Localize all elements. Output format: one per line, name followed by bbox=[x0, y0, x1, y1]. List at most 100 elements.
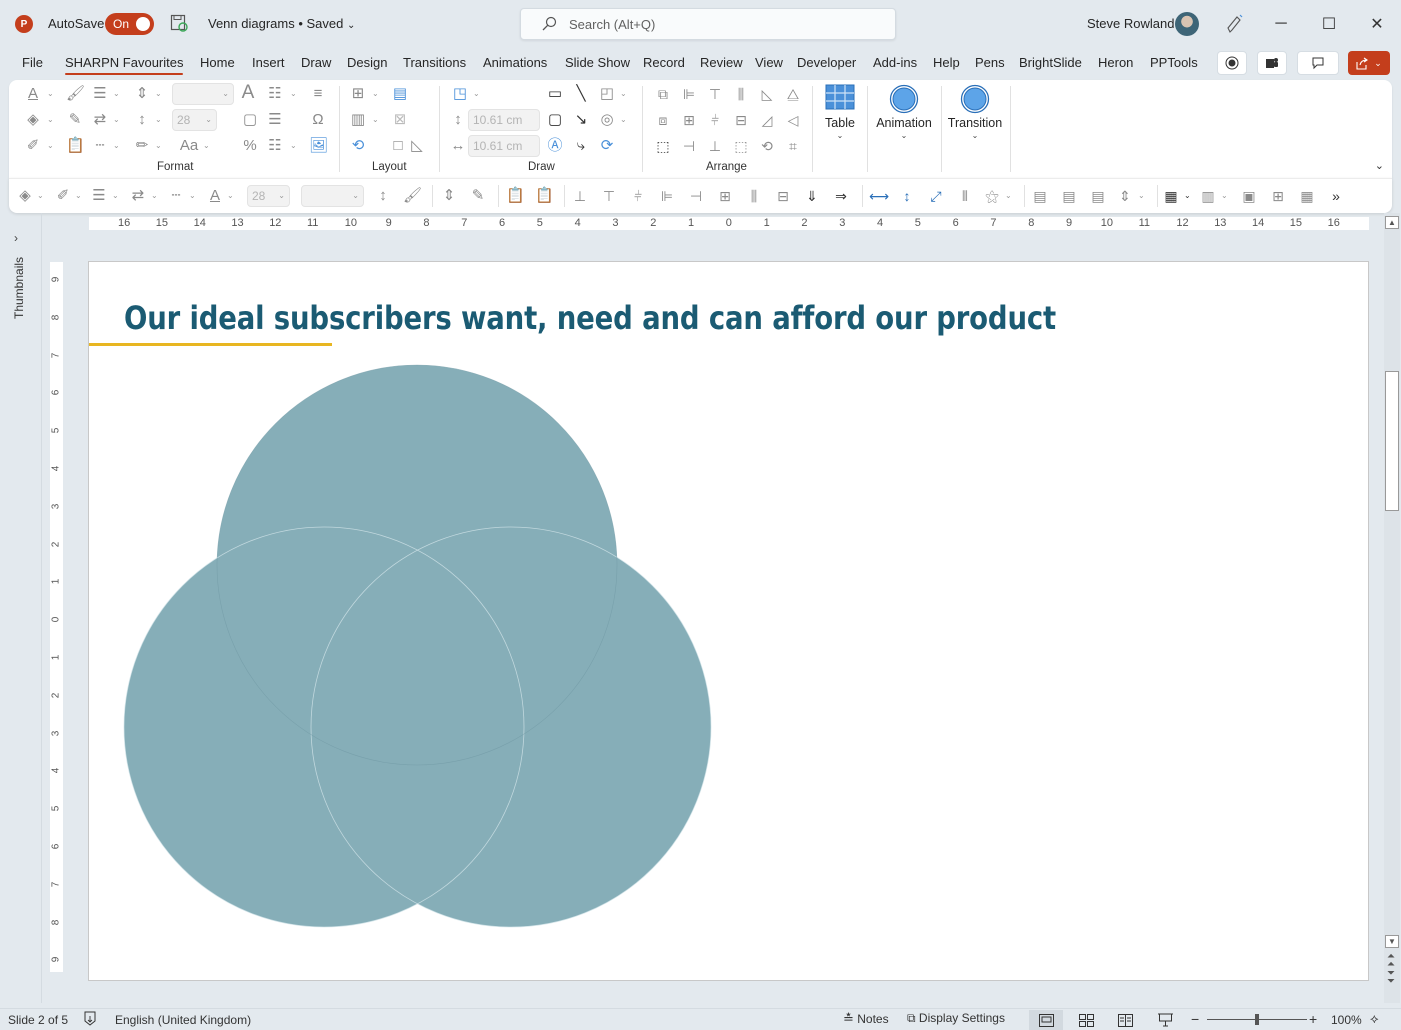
font-size-select[interactable]: 28 ⌄ bbox=[172, 109, 217, 131]
chevron-down-icon[interactable]: ⌄ bbox=[1221, 191, 1228, 200]
chevron-down-icon[interactable]: ⌄ bbox=[290, 141, 297, 150]
chevron-down-icon[interactable]: ⌄ bbox=[203, 141, 210, 150]
chevron-down-icon[interactable]: ⌄ bbox=[227, 191, 234, 200]
tab-transitions[interactable]: Transitions bbox=[403, 55, 466, 70]
swap-positions-icon[interactable]: ⟲ bbox=[758, 137, 776, 155]
bullet-list-icon[interactable]: ☰ bbox=[266, 111, 284, 129]
match-size-icon[interactable]: ⤢ bbox=[927, 187, 945, 205]
font-size-grow-icon[interactable]: A bbox=[239, 83, 257, 102]
chevron-down-icon[interactable]: ⌄ bbox=[1138, 191, 1145, 200]
vertical-ruler[interactable]: 9 8 7 6 5 4 3 2 1 0 1 2 3 4 5 6 7 8 9 bbox=[50, 262, 63, 972]
previous-slide-icon[interactable]: ⏶ ⏶ bbox=[1387, 952, 1395, 970]
paste-icon[interactable]: 📋 bbox=[506, 187, 525, 205]
line-weight-icon[interactable]: ☰ bbox=[91, 85, 109, 103]
rotate-left-icon[interactable]: ◺ bbox=[758, 85, 776, 103]
distribute-vertical-icon[interactable]: ⊟ bbox=[774, 187, 792, 205]
rectangle-icon[interactable]: ▭ bbox=[546, 85, 564, 103]
horizontal-ruler[interactable]: 16 15 14 13 12 11 10 9 8 7 6 5 4 3 2 1 0 1 2 3 4 5 6 7 8 9 10 11 12 1… bbox=[89, 217, 1369, 230]
comments-button[interactable] bbox=[1297, 51, 1339, 75]
align-center-icon[interactable]: ⊞ bbox=[680, 111, 698, 129]
align-top-icon[interactable]: ⊤ bbox=[600, 187, 618, 205]
chevron-down-icon[interactable]: ⌄ bbox=[155, 115, 162, 124]
flip-horizontal-icon[interactable]: ⧋ bbox=[784, 85, 802, 103]
text-direction-icon[interactable]: ⇕ bbox=[440, 187, 458, 205]
table-columns-icon[interactable]: ▥ bbox=[1199, 187, 1217, 205]
tab-help[interactable]: Help bbox=[933, 55, 960, 70]
highlighter-icon[interactable]: ✏ bbox=[133, 137, 151, 155]
arrow-icon[interactable]: ↘ bbox=[572, 111, 590, 129]
tab-sharpn-favourites[interactable]: SHARPN Favourites bbox=[65, 55, 184, 75]
numbering-icon[interactable]: ☷ bbox=[266, 137, 284, 155]
crop-icon[interactable]: ⌗ bbox=[784, 137, 802, 155]
record-button[interactable] bbox=[1217, 51, 1247, 75]
align-middle-icon[interactable]: ⫩ bbox=[706, 111, 724, 129]
insert-table-icon[interactable]: ▦ bbox=[1162, 187, 1180, 205]
zoom-slider-thumb[interactable] bbox=[1255, 1014, 1259, 1025]
chevron-down-icon[interactable]: ⌄ bbox=[620, 89, 627, 98]
flip-vertical-icon[interactable]: ◁ bbox=[784, 111, 802, 129]
align-bottom-icon[interactable]: ⊥ bbox=[571, 187, 589, 205]
display-settings-button[interactable]: ⧉ Display Settings bbox=[907, 1011, 1005, 1026]
rectangle-outline-icon[interactable]: □ bbox=[389, 137, 407, 155]
more-commands-icon[interactable]: » bbox=[1327, 187, 1345, 205]
font-name-select[interactable]: ⌄ bbox=[172, 83, 234, 105]
slide-sorter-button[interactable] bbox=[1069, 1010, 1103, 1030]
qat-font-name-select[interactable]: ⌄ bbox=[301, 185, 364, 207]
stack-down-icon[interactable]: ⇓ bbox=[803, 187, 821, 205]
user-name[interactable]: Steve Rowland bbox=[1087, 16, 1174, 31]
chevron-down-icon[interactable]: ⌄ bbox=[473, 89, 480, 98]
transition-button[interactable]: Transition ⌄ bbox=[947, 84, 1003, 156]
slide-show-button[interactable] bbox=[1148, 1010, 1182, 1030]
tab-pens[interactable]: Pens bbox=[975, 55, 1005, 70]
format-painter-icon[interactable]: 🖌 bbox=[66, 85, 85, 103]
chevron-down-icon[interactable]: ⌄ bbox=[47, 141, 54, 150]
triangle-icon[interactable]: ◺ bbox=[408, 137, 426, 155]
next-slide-icon[interactable]: ⏷ ⏷ bbox=[1387, 969, 1395, 987]
zoom-level[interactable]: 100% bbox=[1331, 1013, 1362, 1027]
shape-outline-icon[interactable]: ▢ bbox=[241, 111, 259, 129]
pick-up-style-icon[interactable]: ✎ bbox=[66, 111, 84, 129]
split-cells-icon[interactable]: ⊞ bbox=[1269, 187, 1287, 205]
line-spacing-icon[interactable]: ↕ bbox=[133, 111, 151, 129]
pick-up-style-icon[interactable]: ✎ bbox=[469, 187, 487, 205]
tab-insert[interactable]: Insert bbox=[252, 55, 285, 70]
chevron-down-icon[interactable]: ⌄ bbox=[290, 89, 297, 98]
rotate-right-icon[interactable]: ◿ bbox=[758, 111, 776, 129]
text-align-bottom-icon[interactable]: ▤ bbox=[1089, 187, 1107, 205]
zoom-in-button[interactable]: + bbox=[1309, 1011, 1317, 1027]
reading-view-button[interactable] bbox=[1108, 1010, 1142, 1030]
tab-brightslide[interactable]: BrightSlide bbox=[1019, 55, 1082, 70]
text-align-middle-icon[interactable]: ▤ bbox=[1060, 187, 1078, 205]
chevron-down-icon[interactable]: ⌄ bbox=[155, 89, 162, 98]
designer-pen-icon[interactable] bbox=[1226, 14, 1244, 34]
tab-record[interactable]: Record bbox=[643, 55, 685, 70]
fit-to-window-icon[interactable]: ⟡ bbox=[1370, 1011, 1379, 1027]
change-case-button[interactable]: Aa bbox=[175, 137, 203, 155]
distribute-horizontal-icon[interactable]: ⫼ bbox=[732, 85, 750, 103]
outline-color-icon[interactable]: ✐ bbox=[54, 187, 72, 205]
tab-draw[interactable]: Draw bbox=[301, 55, 331, 70]
align-top-icon[interactable]: ⊤ bbox=[706, 85, 724, 103]
tab-developer[interactable]: Developer bbox=[797, 55, 856, 70]
chevron-down-icon[interactable]: ⌄ bbox=[189, 191, 196, 200]
ungroup-icon[interactable]: ⧈ bbox=[654, 111, 672, 129]
selection-pane-icon[interactable]: ⬚ bbox=[654, 137, 672, 155]
align-left-icon[interactable]: ⊫ bbox=[680, 85, 698, 103]
picture-icon[interactable]: 🖼 bbox=[309, 137, 328, 155]
distribute-horizontal-icon[interactable]: ⫼ bbox=[745, 187, 763, 205]
slide-title[interactable]: Our ideal subscribers want, need and can… bbox=[124, 299, 1056, 337]
match-width-icon[interactable]: ⟷ bbox=[869, 187, 889, 205]
chevron-down-icon[interactable]: ⌄ bbox=[47, 89, 54, 98]
table-margins-icon[interactable]: ▣ bbox=[1240, 187, 1258, 205]
group-objects-icon[interactable]: ⧉ bbox=[654, 85, 672, 103]
venn-circle-top[interactable] bbox=[217, 365, 617, 765]
tab-design[interactable]: Design bbox=[347, 55, 387, 70]
format-painter-icon[interactable]: 🖌 bbox=[403, 187, 422, 205]
merge-shapes-icon[interactable]: ◰ bbox=[598, 85, 616, 103]
transparency-icon[interactable]: % bbox=[241, 137, 259, 155]
outline-color-icon[interactable]: ✐ bbox=[24, 137, 42, 155]
minimize-button[interactable]: ─ bbox=[1267, 10, 1295, 38]
rounded-rectangle-icon[interactable]: ▢ bbox=[546, 111, 564, 129]
dash-type-icon[interactable]: ┄ bbox=[91, 137, 109, 155]
chevron-down-icon[interactable]: ⌄ bbox=[372, 89, 379, 98]
